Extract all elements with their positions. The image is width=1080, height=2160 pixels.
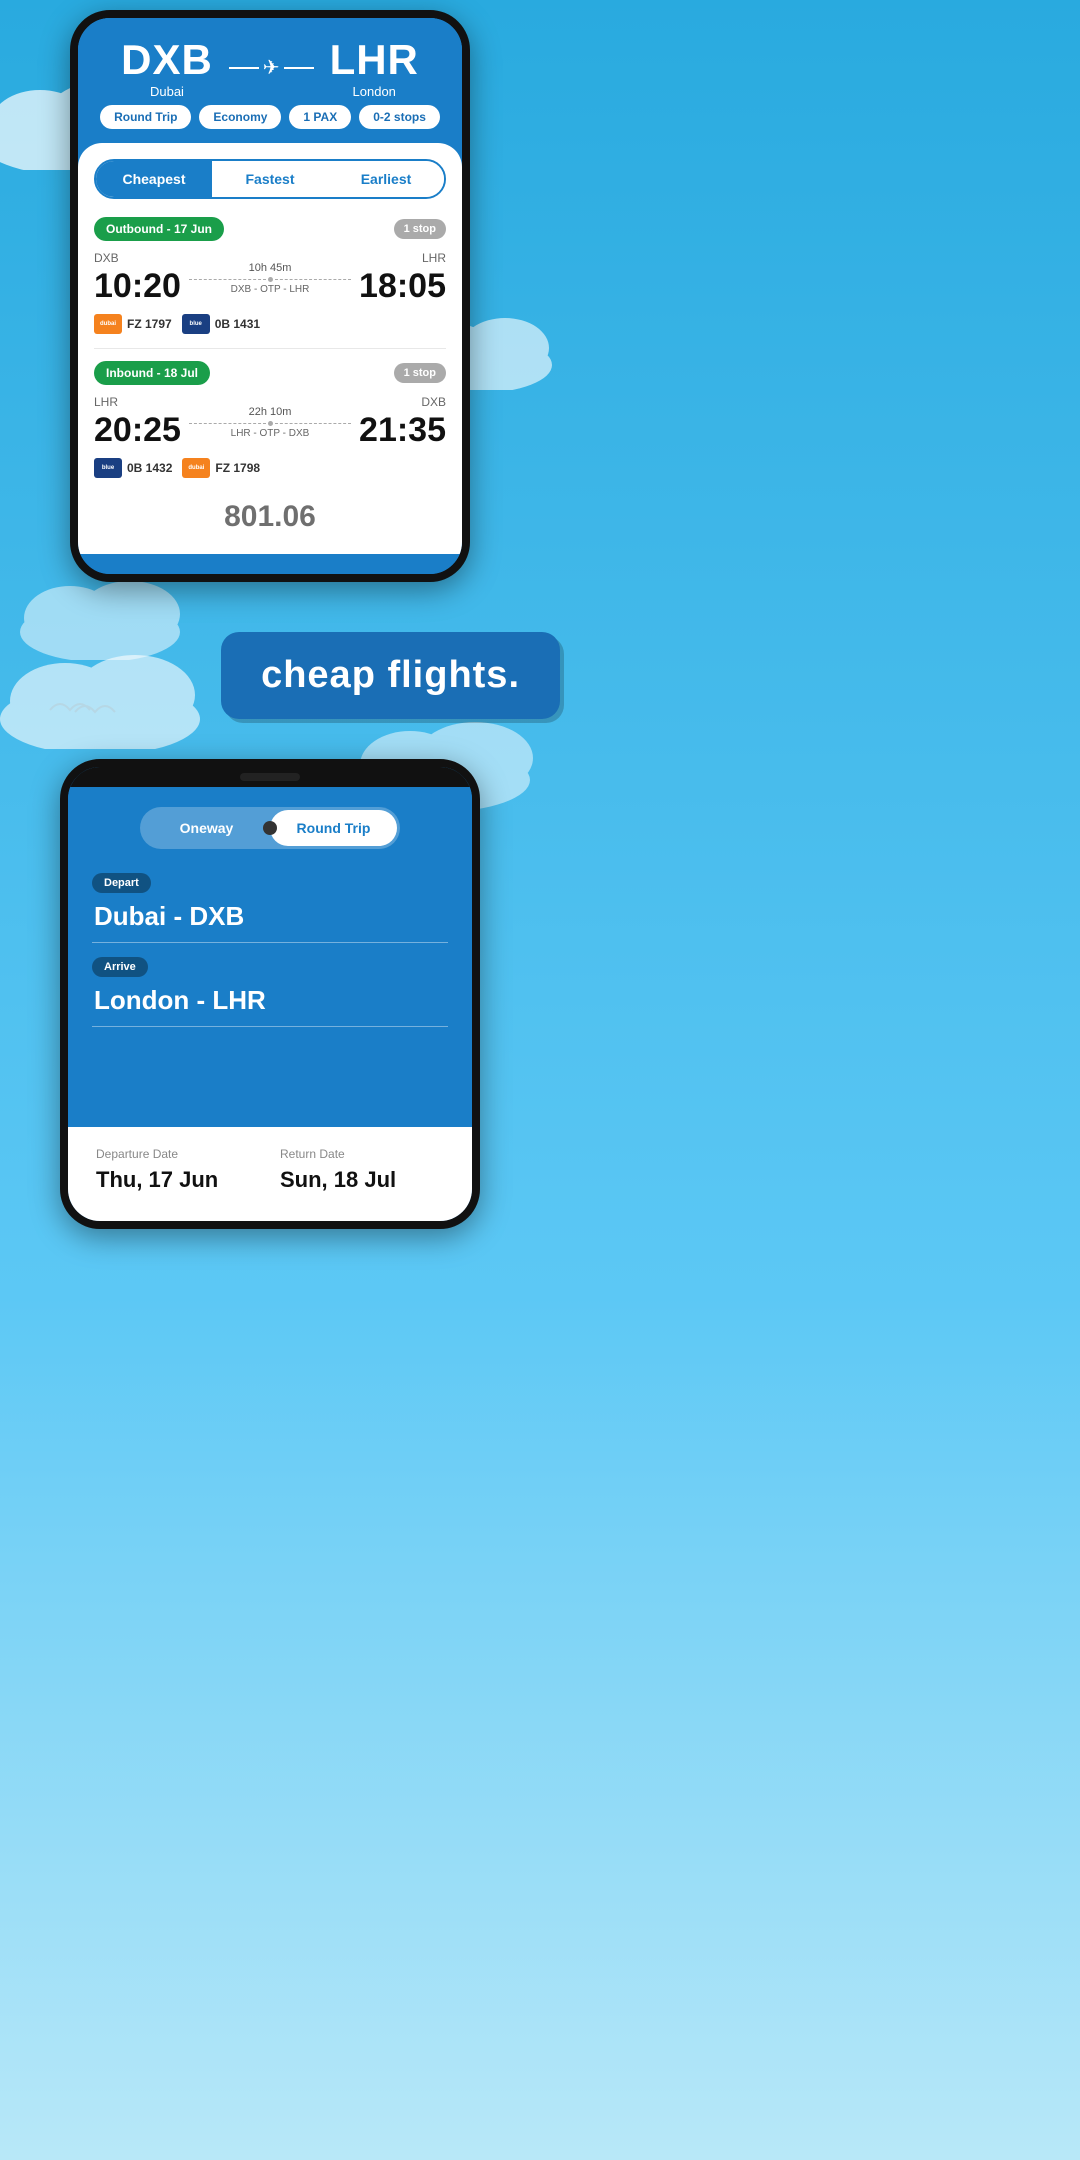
arrive-value[interactable]: London - LHR [92, 985, 448, 1016]
outbound-flight-1-code: FZ 1797 [127, 317, 172, 331]
outbound-to-label: LHR [359, 251, 446, 265]
tab-fastest[interactable]: Fastest [212, 161, 328, 197]
stops-pill[interactable]: 0-2 stops [359, 105, 440, 129]
inbound-route: LHR - OTP - DXB [189, 428, 351, 439]
dates-row: Departure Date Thu, 17 Jun Return Date S… [96, 1147, 444, 1193]
outbound-arrive-time: 18:05 [359, 267, 446, 306]
ob-logo-2: blue [94, 458, 122, 478]
inbound-flight-1-code: 0B 1432 [127, 461, 172, 475]
inbound-airline-2: dubai FZ 1798 [182, 458, 260, 478]
inbound-stops-badge: 1 stop [394, 363, 446, 383]
phone-screen-2: Oneway Round Trip Depart Dubai - DXB Arr… [60, 759, 480, 1229]
trip-type-toggle[interactable]: Oneway Round Trip [140, 807, 400, 849]
price-preview: 801.06 [94, 492, 446, 538]
sort-tab-bar: Cheapest Fastest Earliest [94, 159, 446, 199]
outbound-depart-time: 10:20 [94, 267, 181, 306]
search-form: Depart Dubai - DXB Arrive London - LHR [88, 873, 452, 1027]
passengers-pill[interactable]: 1 PAX [289, 105, 351, 129]
outbound-stops-badge: 1 stop [394, 219, 446, 239]
cheap-flights-text: cheap flights. [261, 654, 520, 696]
section-divider [94, 348, 446, 349]
outbound-airline-1: dubai FZ 1797 [94, 314, 172, 334]
content-area: Cheapest Fastest Earliest Outbound - 17 … [78, 143, 462, 554]
round-trip-toggle[interactable]: Round Trip [270, 810, 397, 846]
phone-screen-1: DXB Dubai ✈ LHR London Round Trip Econom… [70, 10, 470, 582]
flight-direction-arrow: ✈ [229, 55, 314, 80]
outbound-duration: 10h 45m [189, 262, 351, 274]
inbound-depart-time: 20:25 [94, 411, 181, 450]
inbound-badge: Inbound - 18 Jul [94, 361, 210, 385]
flight-header: DXB Dubai ✈ LHR London Round Trip Econom… [78, 18, 462, 143]
inbound-from-label: LHR [94, 395, 181, 409]
depart-divider [92, 942, 448, 943]
departure-date-col: Departure Date Thu, 17 Jun [96, 1147, 260, 1193]
inbound-flight-2-code: FZ 1798 [215, 461, 260, 475]
inbound-times: LHR 20:25 22h 10m LHR - OTP - DXB DXB [94, 395, 446, 450]
return-date-col: Return Date Sun, 18 Jul [280, 1147, 444, 1193]
depart-value[interactable]: Dubai - DXB [92, 901, 448, 932]
oneway-toggle[interactable]: Oneway [143, 810, 270, 846]
inbound-to-label: DXB [359, 395, 446, 409]
tab-earliest[interactable]: Earliest [328, 161, 444, 197]
outbound-airlines: dubai FZ 1797 blue 0B 1431 [94, 314, 446, 334]
inbound-airlines: blue 0B 1432 dubai FZ 1798 [94, 458, 446, 478]
outbound-from-label: DXB [94, 251, 181, 265]
dates-section: Departure Date Thu, 17 Jun Return Date S… [68, 1127, 472, 1221]
inbound-airline-1: blue 0B 1432 [94, 458, 172, 478]
outbound-section: Outbound - 17 Jun 1 stop DXB 10:20 10h 4… [94, 217, 446, 334]
from-city: Dubai [121, 84, 213, 99]
outbound-header: Outbound - 17 Jun 1 stop [94, 217, 446, 241]
cheap-flights-bubble: cheap flights. [221, 632, 560, 719]
depart-label: Depart [92, 873, 151, 893]
return-date-value[interactable]: Sun, 18 Jul [280, 1167, 444, 1193]
return-date-label: Return Date [280, 1147, 444, 1161]
filter-pills: Round Trip Economy 1 PAX 0-2 stops [98, 105, 442, 129]
tab-cheapest[interactable]: Cheapest [96, 161, 212, 197]
outbound-middle: 10h 45m DXB - OTP - LHR [181, 262, 359, 295]
trip-type-pill[interactable]: Round Trip [100, 105, 191, 129]
to-city: London [330, 84, 419, 99]
to-airport-code: LHR [330, 36, 419, 84]
departure-date-label: Departure Date [96, 1147, 260, 1161]
inbound-section: Inbound - 18 Jul 1 stop LHR 20:25 22h 10… [94, 361, 446, 478]
outbound-times: DXB 10:20 10h 45m DXB - OTP - LHR LHR [94, 251, 446, 306]
outbound-flight-2-code: 0B 1431 [215, 317, 260, 331]
inbound-duration: 22h 10m [189, 406, 351, 418]
arrive-label: Arrive [92, 957, 148, 977]
outbound-route: DXB - OTP - LHR [189, 284, 351, 295]
fz-logo: dubai [94, 314, 122, 334]
fz-logo-2: dubai [182, 458, 210, 478]
ob-logo-1: blue [182, 314, 210, 334]
outbound-badge: Outbound - 17 Jun [94, 217, 224, 241]
inbound-header: Inbound - 18 Jul 1 stop [94, 361, 446, 385]
cabin-class-pill[interactable]: Economy [199, 105, 281, 129]
toggle-indicator [263, 821, 277, 835]
departure-date-value[interactable]: Thu, 17 Jun [96, 1167, 260, 1193]
from-airport-code: DXB [121, 36, 213, 84]
inbound-middle: 22h 10m LHR - OTP - DXB [181, 406, 359, 439]
outbound-airline-2: blue 0B 1431 [182, 314, 260, 334]
arrive-divider [92, 1026, 448, 1027]
inbound-arrive-time: 21:35 [359, 411, 446, 450]
